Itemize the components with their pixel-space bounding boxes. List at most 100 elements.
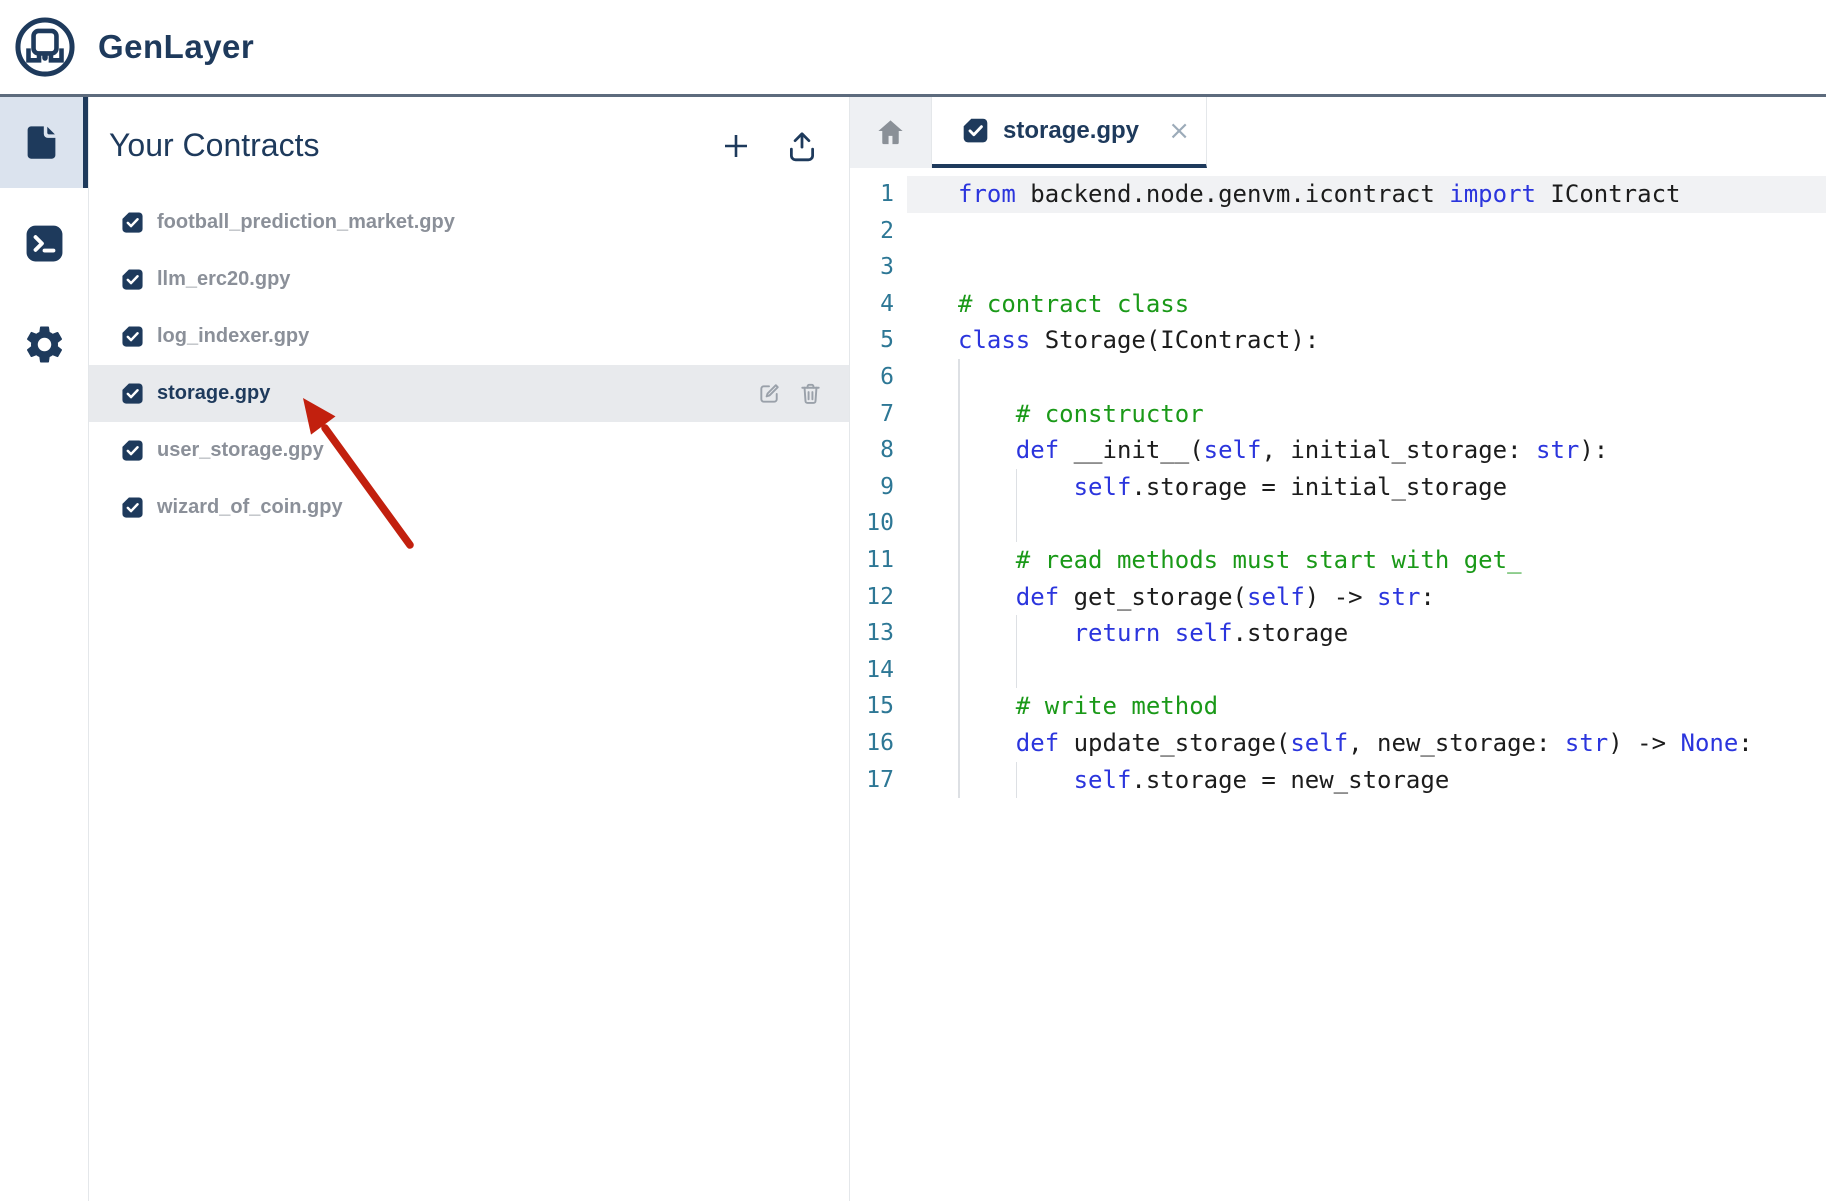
- line-number: 3: [850, 249, 907, 286]
- editor-panel: storage.gpy × 1from backend.node.genvm.i…: [850, 97, 1826, 1201]
- line-content: [907, 359, 1826, 396]
- code-line[interactable]: 2: [850, 213, 1826, 250]
- line-number: 6: [850, 359, 907, 396]
- contract-name: storage.gpy: [157, 382, 270, 405]
- file-check-icon: [121, 268, 144, 291]
- delete-contract-button[interactable]: [798, 381, 823, 406]
- genlayer-logo-icon: [12, 14, 78, 80]
- file-check-icon: [121, 211, 144, 234]
- contract-list-item[interactable]: user_storage.gpy: [89, 422, 849, 479]
- code-editor[interactable]: 1from backend.node.genvm.icontract impor…: [850, 168, 1826, 1201]
- file-check-icon: [121, 382, 144, 405]
- line-content: def update_storage(self, new_storage: st…: [907, 725, 1826, 762]
- edit-icon: [757, 381, 782, 406]
- code-line[interactable]: 11 # read methods must start with get_: [850, 542, 1826, 579]
- line-number: 15: [850, 688, 907, 725]
- line-number: 13: [850, 615, 907, 652]
- code-line[interactable]: 13 return self.storage: [850, 615, 1826, 652]
- line-content: # write method: [907, 688, 1826, 725]
- code-line[interactable]: 3: [850, 249, 1826, 286]
- plus-icon: [721, 131, 751, 161]
- line-content: [907, 505, 1826, 542]
- code-line[interactable]: 1from backend.node.genvm.icontract impor…: [850, 176, 1826, 213]
- line-content: # read methods must start with get_: [907, 542, 1826, 579]
- icon-sidebar: [0, 97, 88, 1201]
- indent-guide: [958, 762, 960, 799]
- sidebar-item-settings[interactable]: [0, 299, 88, 390]
- home-tab-button[interactable]: [850, 97, 932, 168]
- code-line[interactable]: 9 self.storage = initial_storage: [850, 469, 1826, 506]
- code-line[interactable]: 15 # write method: [850, 688, 1826, 725]
- tabbar-empty-space: [1207, 97, 1826, 168]
- line-content: # contract class: [907, 286, 1826, 323]
- indent-guide: [958, 396, 960, 433]
- code-line[interactable]: 10: [850, 505, 1826, 542]
- upload-icon: [785, 129, 819, 163]
- contracts-title: Your Contracts: [109, 127, 721, 164]
- contract-list-item[interactable]: wizard_of_coin.gpy: [89, 479, 849, 536]
- contract-list-item[interactable]: storage.gpy: [89, 365, 849, 422]
- line-number: 5: [850, 322, 907, 359]
- line-number: 14: [850, 652, 907, 689]
- close-icon[interactable]: ×: [1168, 118, 1190, 144]
- indent-guide: [958, 579, 960, 616]
- edit-contract-button[interactable]: [757, 381, 782, 406]
- line-content: class Storage(IContract):: [907, 322, 1826, 359]
- line-number: 4: [850, 286, 907, 323]
- contract-name: user_storage.gpy: [157, 439, 324, 462]
- indent-guide: [1016, 469, 1018, 506]
- upload-contract-button[interactable]: [785, 129, 819, 163]
- contracts-panel: Your Contracts: [88, 97, 850, 1201]
- contracts-header: Your Contracts: [89, 97, 849, 194]
- indent-guide: [958, 725, 960, 762]
- contract-list-item[interactable]: log_indexer.gpy: [89, 308, 849, 365]
- line-content: [907, 213, 1826, 250]
- code-line[interactable]: 14: [850, 652, 1826, 689]
- line-number: 8: [850, 432, 907, 469]
- indent-guide: [958, 359, 960, 396]
- code-line[interactable]: 12 def get_storage(self) -> str:: [850, 579, 1826, 616]
- main-content: Your Contracts: [0, 97, 1826, 1201]
- contract-name: wizard_of_coin.gpy: [157, 496, 343, 519]
- contract-list-item[interactable]: llm_erc20.gpy: [89, 251, 849, 308]
- contract-name: log_indexer.gpy: [157, 325, 309, 348]
- indent-guide: [958, 542, 960, 579]
- home-icon: [875, 117, 906, 148]
- add-contract-button[interactable]: [721, 131, 751, 161]
- code-line[interactable]: 6: [850, 359, 1826, 396]
- code-line[interactable]: 5class Storage(IContract):: [850, 322, 1826, 359]
- code-line[interactable]: 17 self.storage = new_storage: [850, 762, 1826, 799]
- indent-guide: [958, 469, 960, 506]
- file-check-icon: [121, 496, 144, 519]
- sidebar-item-contracts[interactable]: [0, 97, 88, 188]
- line-number: 16: [850, 725, 907, 762]
- code-line[interactable]: 16 def update_storage(self, new_storage:…: [850, 725, 1826, 762]
- file-check-icon: [121, 439, 144, 462]
- row-actions: [757, 381, 849, 406]
- gear-icon: [22, 322, 67, 367]
- contract-list-item[interactable]: football_prediction_market.gpy: [89, 194, 849, 251]
- file-check-icon: [962, 117, 989, 144]
- line-content: [907, 652, 1826, 689]
- line-number: 9: [850, 469, 907, 506]
- tab-storage-gpy[interactable]: storage.gpy ×: [932, 97, 1207, 168]
- indent-guide: [1016, 762, 1018, 799]
- line-content: self.storage = new_storage: [907, 762, 1826, 799]
- editor-tabbar: storage.gpy ×: [850, 97, 1826, 168]
- line-number: 11: [850, 542, 907, 579]
- line-number: 17: [850, 762, 907, 799]
- code-line[interactable]: 8 def __init__(self, initial_storage: st…: [850, 432, 1826, 469]
- contracts-list: football_prediction_market.gpy llm_erc20…: [89, 194, 849, 536]
- sidebar-item-terminal[interactable]: [0, 198, 88, 289]
- trash-icon: [798, 381, 823, 406]
- code-line[interactable]: 7 # constructor: [850, 396, 1826, 433]
- line-content: [907, 249, 1826, 286]
- code-line[interactable]: 4# contract class: [850, 286, 1826, 323]
- line-number: 2: [850, 213, 907, 250]
- indent-guide: [958, 652, 960, 689]
- line-number: 10: [850, 505, 907, 542]
- indent-guide: [958, 688, 960, 725]
- line-number: 12: [850, 579, 907, 616]
- line-content: from backend.node.genvm.icontract import…: [907, 176, 1826, 213]
- indent-guide: [1016, 615, 1018, 652]
